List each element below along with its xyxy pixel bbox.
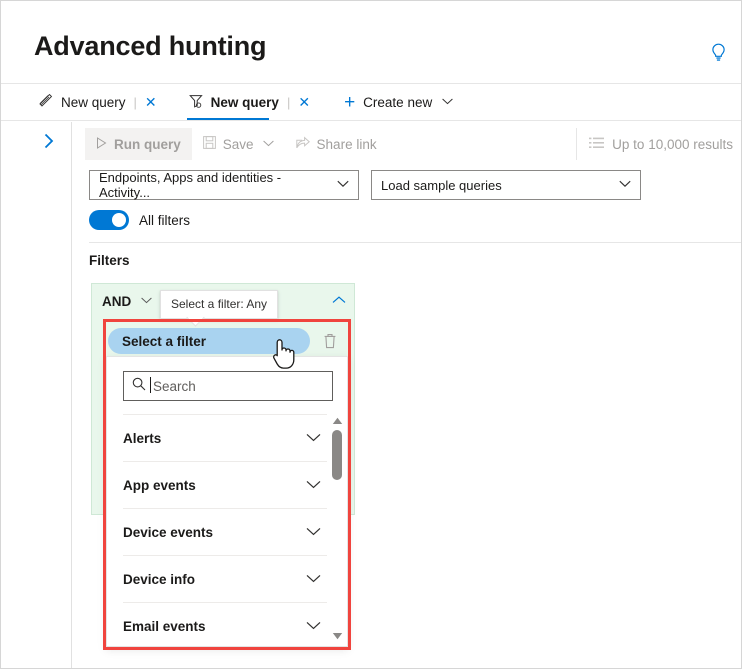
results-limit-label: Up to 10,000 results (612, 136, 733, 152)
run-query-label: Run query (114, 136, 181, 152)
filter-query-icon (188, 94, 204, 111)
chevron-down-icon (442, 97, 453, 107)
filters-heading: Filters (89, 253, 130, 268)
chevron-down-icon (306, 431, 321, 445)
scroll-down-icon[interactable] (331, 630, 343, 642)
tab-close-icon[interactable]: ✕ (292, 95, 316, 109)
select-a-filter-dropdown[interactable]: Select a filter (108, 328, 310, 354)
scrollbar-thumb[interactable] (332, 430, 342, 480)
create-new-label: Create new (363, 94, 433, 110)
chevron-down-icon (306, 525, 321, 539)
tab-new-query-2[interactable]: New query (186, 84, 279, 120)
tab-new-query-1[interactable]: New query (37, 84, 126, 120)
schema-select[interactable]: Endpoints, Apps and identities - Activit… (89, 170, 359, 200)
list-item[interactable]: Email events (123, 602, 327, 649)
operator-and-select[interactable]: AND (102, 294, 152, 309)
chevron-down-icon (619, 180, 631, 191)
advanced-hunting-window: Advanced hunting New query | ✕ New query… (0, 0, 742, 669)
chevron-right-icon[interactable] (37, 129, 61, 153)
tab-divider: | (133, 94, 137, 110)
chevron-down-icon (141, 296, 152, 306)
all-filters-toggle-row: All filters (89, 210, 190, 230)
share-link-label: Share link (316, 136, 377, 152)
list-item[interactable]: Device events (123, 508, 327, 555)
select-a-filter-label: Select a filter (122, 333, 207, 349)
query-toolbar: Run query Save Share link Up to 10,000 r… (73, 122, 741, 166)
share-link-button[interactable]: Share link (285, 128, 388, 160)
filter-dropdown-panel: Search Alerts App events Device events D… (106, 356, 348, 647)
run-query-button[interactable]: Run query (85, 128, 192, 160)
tab-label: New query (61, 94, 126, 110)
selector-row: Endpoints, Apps and identities - Activit… (89, 170, 641, 200)
search-input[interactable]: Search (123, 371, 333, 401)
list-item-label: Alerts (123, 430, 162, 446)
filter-tooltip: Select a filter: Any (160, 290, 279, 319)
sidebar-rail (1, 122, 72, 668)
load-sample-queries-value: Load sample queries (381, 177, 502, 193)
tab-spacer (316, 84, 340, 120)
section-divider (89, 242, 741, 243)
chevron-down-icon (306, 572, 321, 586)
results-limit-button[interactable]: Up to 10,000 results (576, 128, 741, 160)
search-placeholder: Search (150, 376, 196, 394)
list-item-label: Email events (123, 618, 206, 634)
operator-and-label: AND (102, 293, 132, 309)
chevron-down-icon (306, 619, 321, 633)
list-item-label: Device events (123, 524, 214, 540)
chevron-down-icon (262, 139, 274, 149)
search-icon (132, 377, 146, 396)
tab-close-icon[interactable]: ✕ (139, 95, 163, 109)
query-pencil-icon (39, 93, 54, 110)
list-item[interactable]: Device info (123, 555, 327, 602)
list-item-label: Device info (123, 571, 196, 587)
scroll-up-icon[interactable] (331, 415, 343, 427)
save-label: Save (222, 136, 254, 152)
lightbulb-icon[interactable] (703, 37, 733, 67)
save-button[interactable]: Save (192, 128, 285, 160)
play-icon (96, 136, 107, 152)
page-title: Advanced hunting (34, 31, 267, 61)
page-header: Advanced hunting (1, 1, 741, 83)
chevron-down-icon (337, 180, 349, 191)
trash-icon[interactable] (316, 328, 344, 354)
list-item-label: App events (123, 477, 196, 493)
filter-tooltip-text: Select a filter: Any (171, 297, 268, 311)
list-item[interactable]: App events (123, 461, 327, 508)
tab-strip: New query | ✕ New query | ✕ + Create new (1, 83, 741, 121)
schema-select-value: Endpoints, Apps and identities - Activit… (99, 170, 282, 200)
filter-category-list: Alerts App events Device events Device i… (123, 414, 327, 646)
collapse-group-icon[interactable] (332, 293, 346, 307)
tab-label: New query (210, 94, 279, 110)
all-filters-label: All filters (139, 212, 191, 228)
share-arrow-icon (295, 136, 310, 152)
create-new-button[interactable]: + Create new (344, 84, 453, 120)
list-item[interactable]: Alerts (123, 414, 327, 461)
dropdown-scrollbar[interactable] (329, 414, 345, 646)
filter-row: Select a filter (108, 326, 346, 356)
tab-divider: | (286, 94, 291, 110)
tab-spacer (163, 84, 187, 120)
chevron-down-icon (306, 478, 321, 492)
toggle-knob (112, 213, 126, 227)
load-sample-queries-select[interactable]: Load sample queries (371, 170, 641, 200)
plus-icon: + (344, 91, 356, 113)
all-filters-toggle[interactable] (89, 210, 129, 230)
save-disk-icon (202, 136, 216, 152)
list-icon (589, 137, 605, 152)
